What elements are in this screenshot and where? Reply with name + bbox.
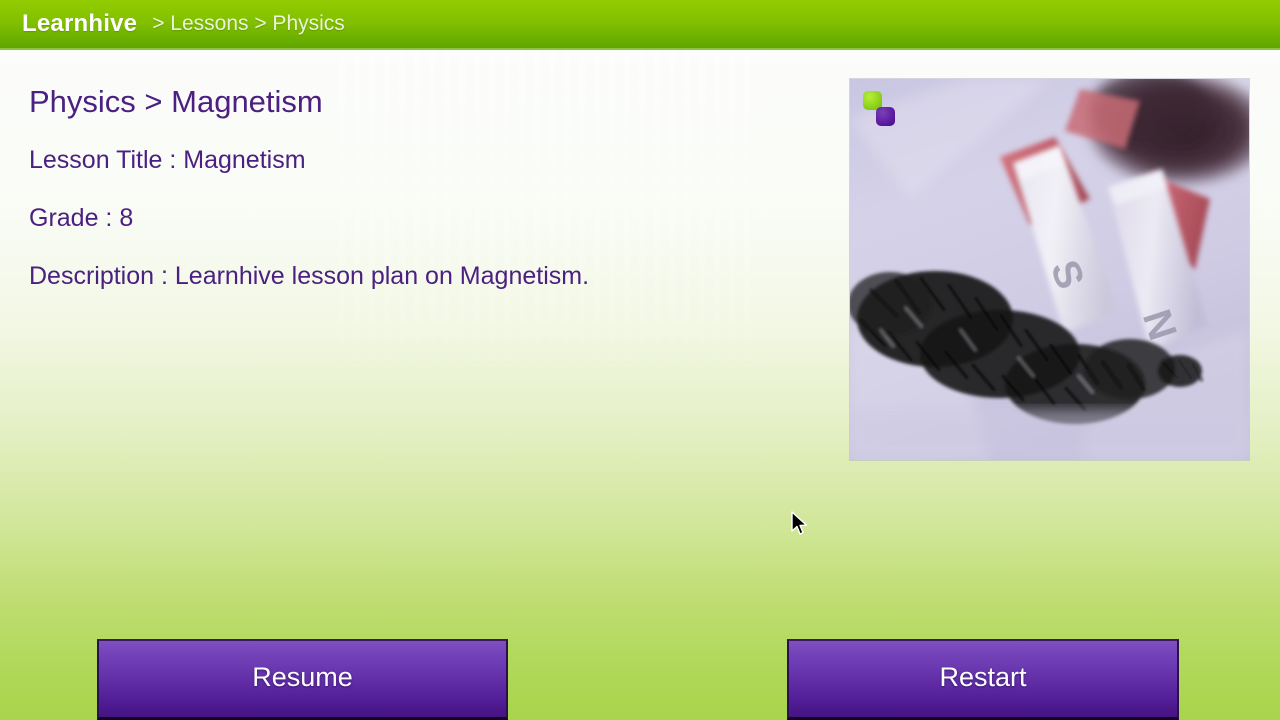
lesson-title-row: Lesson Title : Magnetism [29, 146, 306, 174]
page-title: Physics > Magnetism [29, 84, 323, 119]
magnet-photo-illustration: S N [850, 79, 1249, 460]
lesson-screen: Learnhive > Lessons > Physics Physics > … [0, 0, 1280, 720]
resume-button[interactable]: Resume [97, 639, 508, 720]
lesson-image: S N [850, 79, 1249, 460]
brand-logo-text[interactable]: Learnhive [22, 10, 137, 38]
restart-button[interactable]: Restart [787, 639, 1179, 720]
breadcrumb[interactable]: > Lessons > Physics [152, 12, 345, 36]
page-body: Physics > Magnetism Lesson Title : Magne… [0, 50, 1280, 720]
purple-dot-badge-icon [876, 107, 895, 126]
description-row: Description : Learnhive lesson plan on M… [29, 262, 590, 290]
app-header: Learnhive > Lessons > Physics [0, 0, 1280, 50]
lesson-info-block: Physics > Magnetism Lesson Title : Magne… [29, 82, 829, 316]
grade-row: Grade : 8 [29, 204, 134, 232]
